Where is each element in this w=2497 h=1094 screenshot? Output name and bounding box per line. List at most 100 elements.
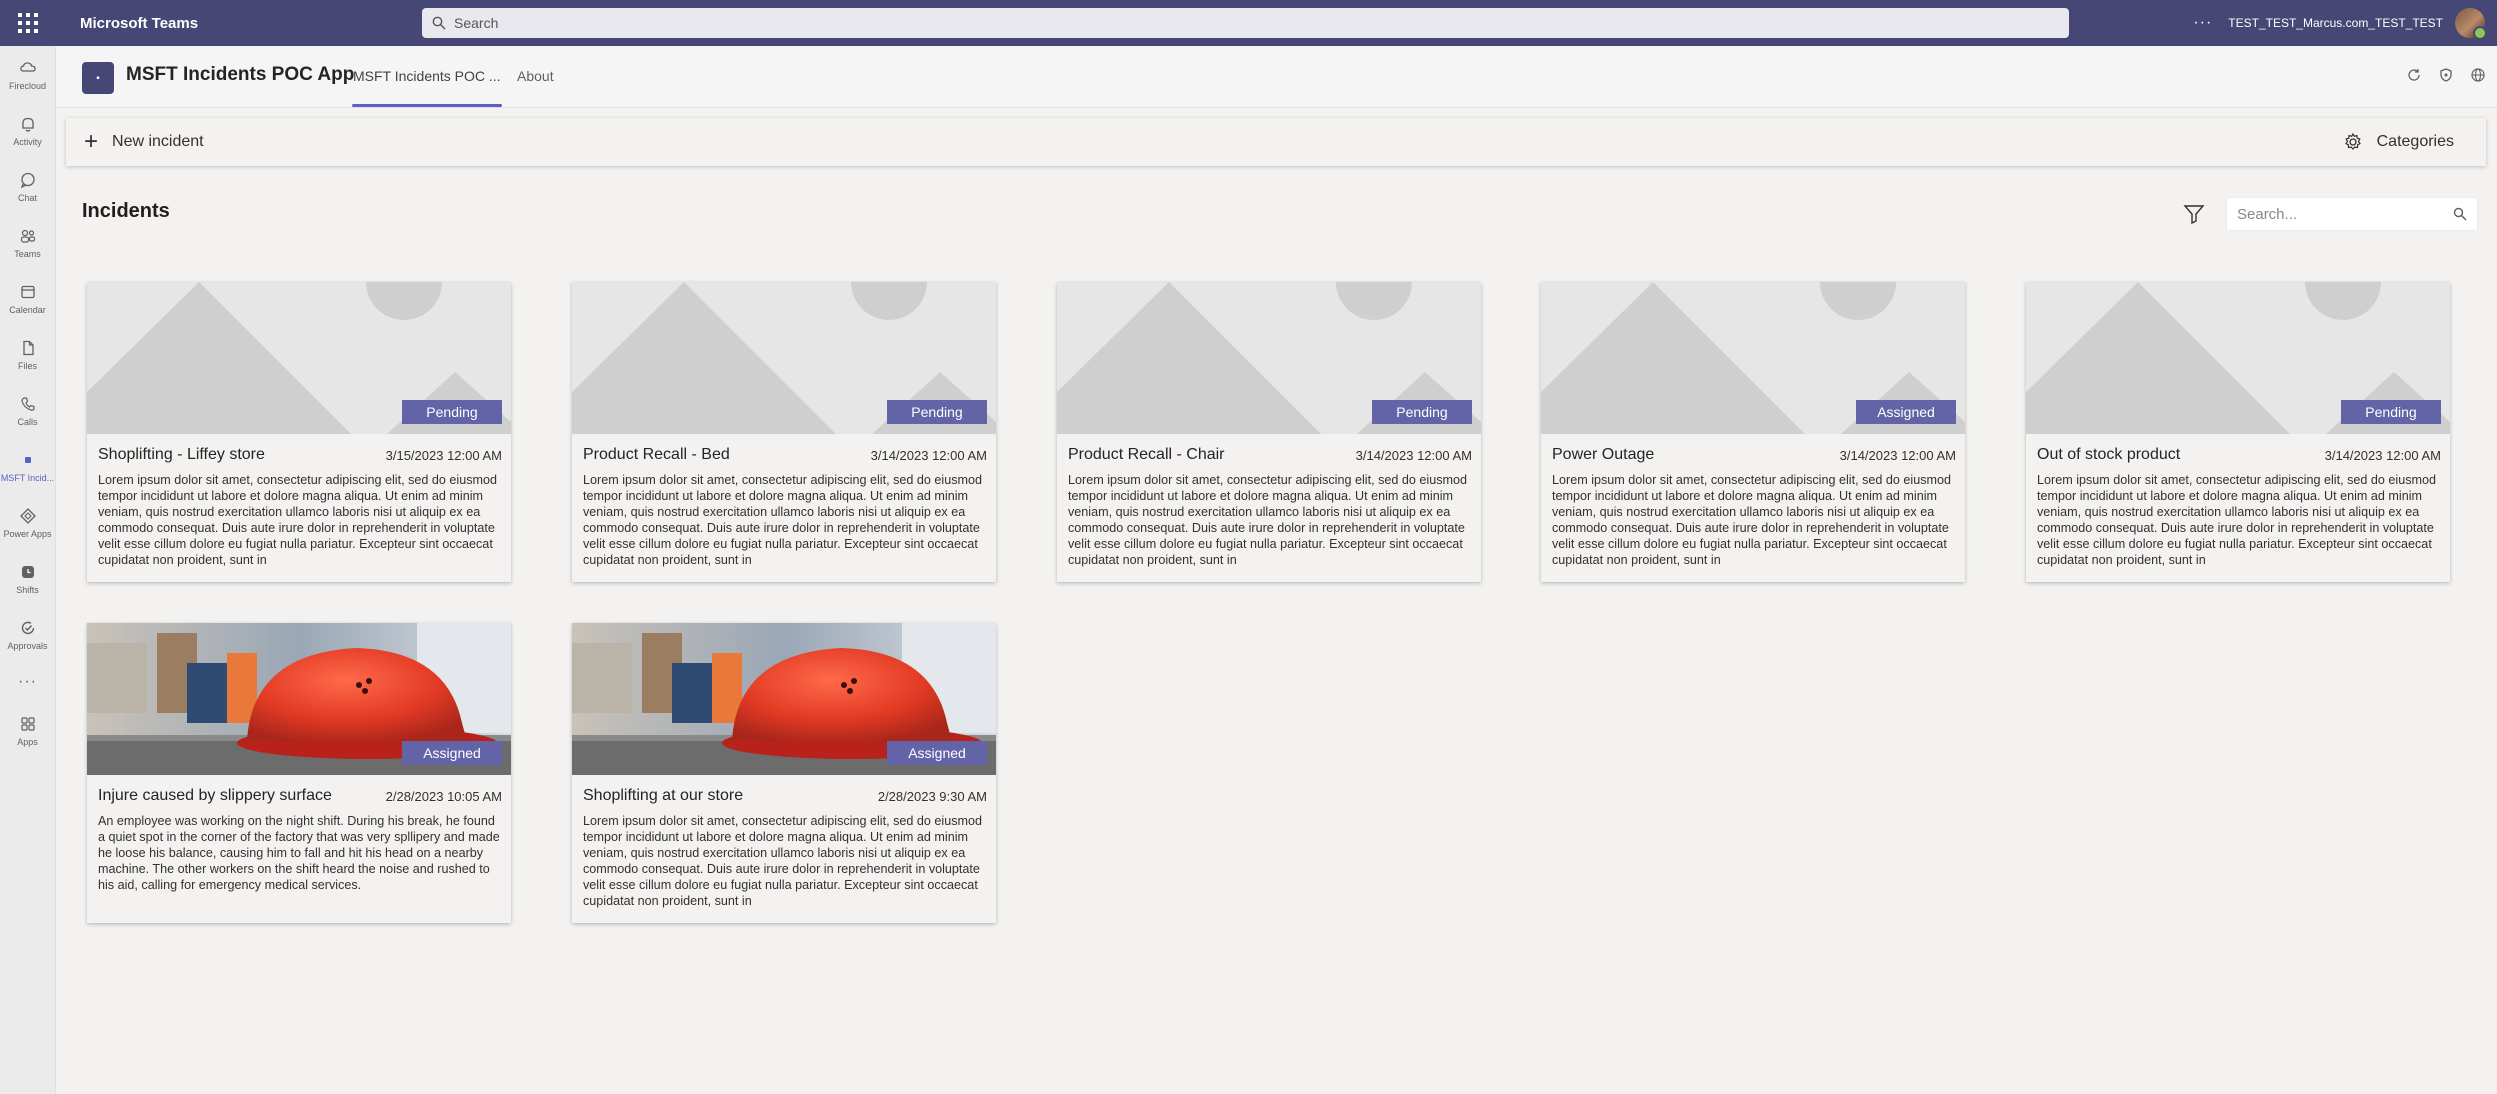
bell-icon (18, 114, 38, 134)
rail-label: Apps (17, 736, 38, 747)
tab-incidents[interactable]: MSFT Incidents POC ... (353, 68, 501, 84)
app-icon (18, 450, 38, 470)
card-image: Assigned (87, 623, 511, 775)
incident-card[interactable]: Pending Product Recall - Bed 3/14/2023 12:… (572, 282, 996, 582)
rail-item-calendar[interactable]: Calendar (0, 270, 55, 326)
card-description: Lorem ipsum dolor sit amet, consectetur … (98, 473, 497, 567)
rail-label: Activity (13, 136, 42, 147)
card-description: Lorem ipsum dolor sit amet, consectetur … (1068, 473, 1467, 567)
card-title: Product Recall - Chair (1068, 446, 1225, 463)
rail-item-activity[interactable]: Activity (0, 102, 55, 158)
firecloud-icon (18, 58, 38, 78)
status-badge: Pending (1372, 400, 1472, 424)
global-search-placeholder: Search (454, 15, 499, 31)
rail-label: Calls (17, 416, 38, 427)
phone-icon (18, 394, 38, 414)
card-date: 2/28/2023 9:30 AM (877, 789, 987, 804)
card-image: Assigned (572, 623, 996, 775)
incident-card[interactable]: Pending Shoplifting - Liffey store 3/15/20… (87, 282, 511, 582)
status-badge: Pending (887, 400, 987, 424)
global-search-input[interactable]: Search (422, 8, 2069, 38)
gear-icon (2344, 132, 2361, 150)
card-image: Assigned (1541, 282, 1965, 434)
new-incident-button[interactable]: + New incident (84, 128, 204, 156)
card-date: 2/28/2023 10:05 AM (385, 789, 502, 804)
rail-item-power-apps[interactable]: Power Apps (0, 494, 55, 550)
status-badge: Assigned (887, 741, 987, 765)
categories-button[interactable]: Categories (2343, 132, 2454, 152)
avatar[interactable] (2455, 8, 2487, 40)
rail-item-chat[interactable]: Chat (0, 158, 55, 214)
rail-more-button[interactable]: ··· (0, 662, 55, 702)
rail-item-approvals[interactable]: Approvals (0, 606, 55, 662)
globe-icon[interactable] (2469, 66, 2487, 84)
rail-label: MSFT Incid... (0, 472, 55, 483)
card-date: 3/14/2023 12:00 AM (2324, 448, 2441, 463)
card-description: Lorem ipsum dolor sit amet, consectetur … (2037, 473, 2436, 567)
card-date: 3/14/2023 12:00 AM (1355, 448, 1472, 463)
rail-item-apps[interactable]: Apps (0, 702, 55, 758)
rail-label: Teams (14, 248, 41, 259)
status-badge: Pending (2341, 400, 2441, 424)
card-title: Shoplifting - Liffey store (98, 446, 265, 463)
apps-icon (18, 714, 38, 734)
incident-card[interactable]: Assigned Shoplifting at our store 2/28/202… (572, 623, 996, 923)
rail-label: Approvals (7, 640, 48, 651)
search-icon (2453, 207, 2467, 225)
rail-item-shifts[interactable]: Shifts (0, 550, 55, 606)
app-launcher-button[interactable] (0, 0, 56, 46)
app-logo-icon: ▪ (82, 62, 114, 94)
incident-card[interactable]: Pending Out of stock product 3/14/2023 12:… (2026, 282, 2450, 582)
search-icon (432, 16, 446, 30)
incident-card[interactable]: Assigned Power Outage 3/14/2023 12:00 AM Lo… (1541, 282, 1965, 582)
status-badge: Pending (402, 400, 502, 424)
rail-label: Firecloud (8, 80, 46, 91)
clock-icon (18, 562, 38, 582)
status-badge: Assigned (402, 741, 502, 765)
incident-card[interactable]: Assigned Injure caused by slippery surfac… (87, 623, 511, 923)
rail-item-files[interactable]: Files (0, 326, 55, 382)
chat-icon (18, 170, 38, 190)
card-title: Out of stock product (2037, 446, 2181, 463)
rail-item-firecloud[interactable]: Firecloud (0, 46, 55, 102)
app-header: ▪ MSFT Incidents POC App MSFT Incidents … (56, 46, 2497, 108)
approvals-icon (18, 618, 38, 638)
tab-about[interactable]: About (517, 68, 554, 84)
filter-icon[interactable] (2182, 202, 2206, 231)
rail-label: Files (17, 360, 37, 371)
shield-icon[interactable] (2437, 66, 2455, 84)
waffle-icon (18, 13, 38, 33)
card-image: Pending (1057, 282, 1481, 434)
card-date: 3/15/2023 12:00 AM (385, 448, 502, 463)
card-image: Pending (2026, 282, 2450, 434)
incident-search-input[interactable]: Search... (2226, 197, 2478, 231)
refresh-icon[interactable] (2405, 66, 2423, 84)
status-badge: Assigned (1856, 400, 1956, 424)
card-title: Injure caused by slippery surface (98, 787, 332, 804)
card-date: 3/14/2023 12:00 AM (870, 448, 987, 463)
card-description: Lorem ipsum dolor sit amet, consectetur … (583, 814, 982, 908)
rail-item-msft-incidents[interactable]: MSFT Incid... (0, 438, 55, 494)
card-description: An employee was working on the night shi… (98, 814, 500, 892)
rail-item-calls[interactable]: Calls (0, 382, 55, 438)
user-name[interactable]: TEST_TEST_Marcus.com_TEST_TEST (2228, 16, 2443, 30)
new-incident-label: New incident (112, 133, 204, 150)
app-name: MSFT Incidents POC App (126, 64, 355, 85)
teams-icon (18, 226, 38, 246)
card-description: Lorem ipsum dolor sit amet, consectetur … (1552, 473, 1951, 567)
card-image: Pending (87, 282, 511, 434)
page-title: Incidents (82, 200, 170, 222)
active-tab-indicator (352, 104, 502, 107)
incident-search-placeholder: Search... (2237, 205, 2298, 223)
calendar-icon (18, 282, 38, 302)
card-title: Product Recall - Bed (583, 446, 730, 463)
card-title: Shoplifting at our store (583, 787, 744, 804)
more-options-button[interactable]: ··· (2193, 14, 2212, 32)
rail-label: Chat (17, 192, 37, 203)
rail-item-teams[interactable]: Teams (0, 214, 55, 270)
incident-card[interactable]: Pending Product Recall - Chair 3/14/2023 1… (1057, 282, 1481, 582)
power-apps-icon (18, 506, 38, 526)
left-rail: Firecloud Activity Chat Teams Calendar F… (0, 46, 56, 1094)
card-title: Power Outage (1552, 446, 1655, 463)
categories-label: Categories (2376, 133, 2454, 150)
